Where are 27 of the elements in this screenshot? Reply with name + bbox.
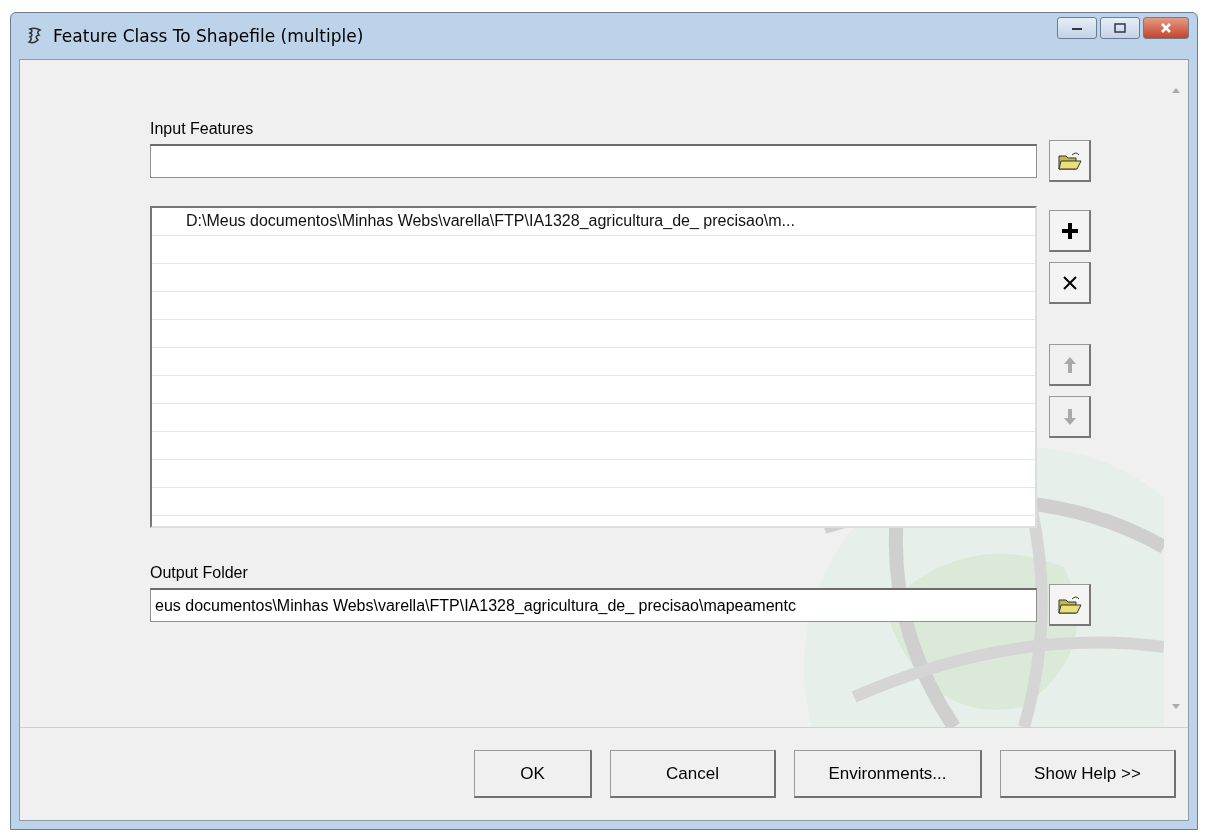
dialog-button[interactable]: Show Help >>: [1000, 750, 1176, 798]
field-label: Input Features: [150, 120, 255, 138]
dialog-button[interactable]: Cancel: [610, 750, 776, 798]
maximize-icon: [1114, 23, 1126, 33]
close-icon: [1160, 23, 1172, 33]
field-label: Output Folder: [150, 564, 249, 582]
browse-button[interactable]: [1049, 584, 1091, 626]
maximize-button[interactable]: [1100, 17, 1140, 39]
arrow-up-icon: [1062, 355, 1077, 374]
minimize-icon: [1071, 25, 1083, 31]
window-title: Feature Class To Shapefile (multiple): [53, 26, 364, 46]
dialog-button[interactable]: OK: [474, 750, 592, 798]
close-button[interactable]: [1143, 17, 1189, 39]
folder-icon: [1057, 594, 1082, 615]
arrow-down-icon: [1062, 407, 1077, 426]
x-icon: [1061, 274, 1078, 291]
input-features-field[interactable]: [150, 144, 1037, 178]
add-button[interactable]: [1049, 210, 1091, 252]
output-folder-field[interactable]: eus documentos\Minhas Webs\varella\FTP\IA1328_agricultura_de_ precisao\mapeamentc: [150, 588, 1037, 622]
list-item[interactable]: D:\Meus documentos\Minhas Webs\varella\FTP\IA1328_agricultura_de_ precisao\m...: [152, 208, 1035, 236]
browse-button[interactable]: [1049, 140, 1091, 182]
minimize-button[interactable]: [1057, 17, 1097, 39]
scroll-icon: [27, 27, 43, 45]
remove-button[interactable]: [1049, 262, 1091, 304]
folder-icon: [1057, 150, 1082, 171]
plus-icon: [1060, 221, 1079, 240]
dialog-button[interactable]: Environments...: [794, 750, 982, 798]
